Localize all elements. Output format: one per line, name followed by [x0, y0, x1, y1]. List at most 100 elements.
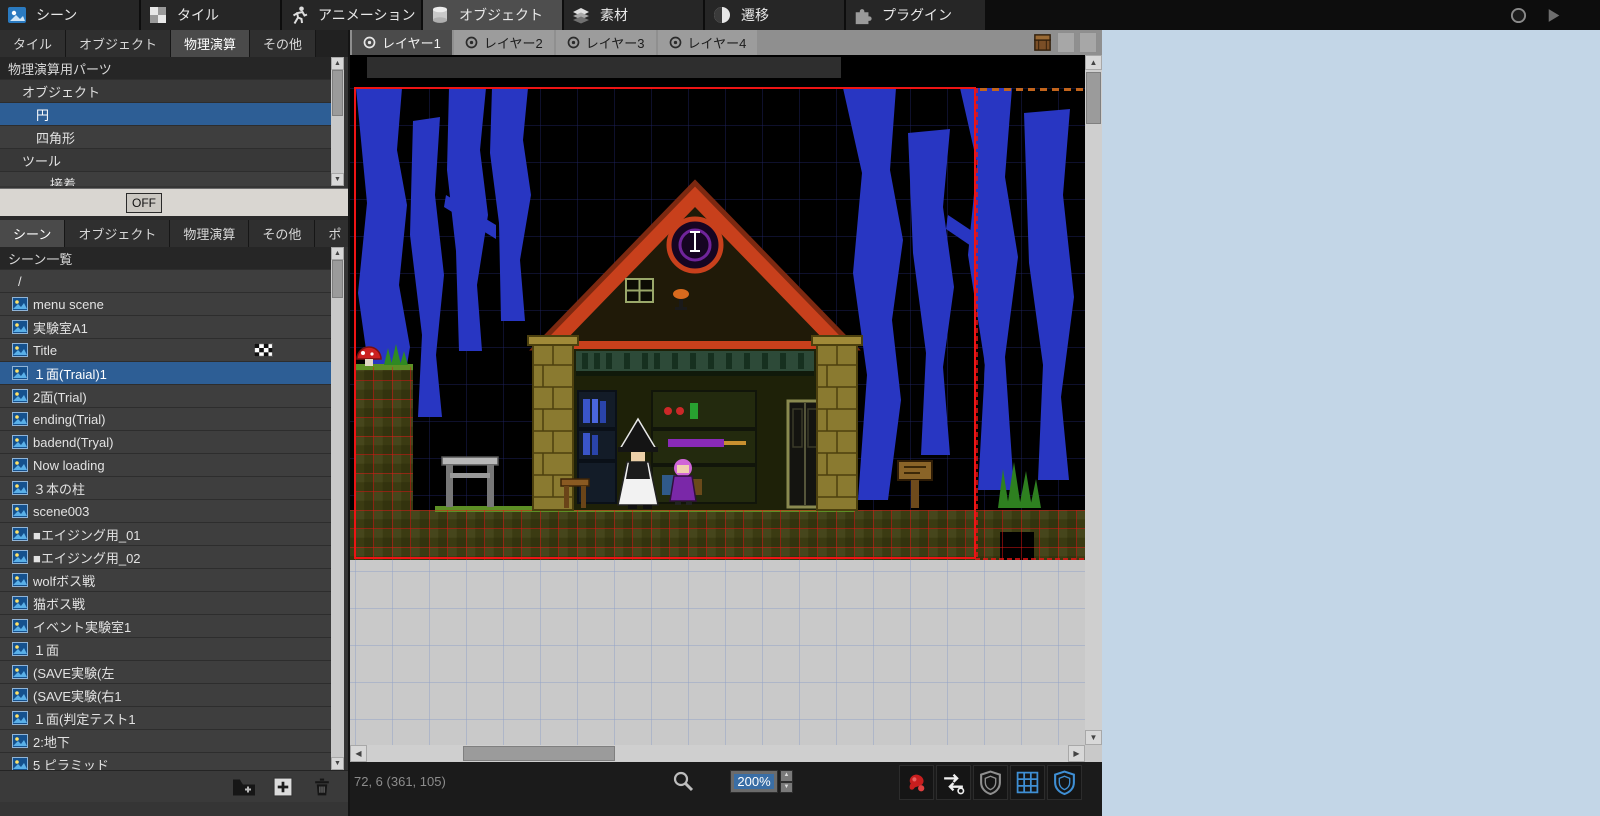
scene-row[interactable]: １面(判定テスト1	[0, 707, 331, 730]
add-folder-button[interactable]	[232, 777, 256, 797]
scene-tab-1[interactable]: シーン	[0, 220, 65, 247]
scene-tab-4[interactable]: その他	[249, 220, 315, 247]
scroll-up-icon[interactable]: ▲	[331, 247, 344, 260]
scene-row[interactable]: 2:地下	[0, 730, 331, 753]
physics-tab-2[interactable]: オブジェクト	[66, 30, 171, 57]
scroll-track[interactable]	[331, 260, 344, 757]
physics-tab-1[interactable]: タイル	[0, 30, 66, 57]
scroll-down-icon[interactable]: ▼	[331, 757, 344, 770]
physics-tab-4[interactable]: その他	[250, 30, 316, 57]
physics-row[interactable]: 接着	[0, 172, 331, 186]
physics-tabs: タイルオブジェクト物理演算その他	[0, 30, 348, 57]
status-bar: 72, 6 (361, 105) 200% ▲ ▼	[350, 762, 1102, 816]
menu-item-5[interactable]: 素材	[564, 0, 703, 30]
swap-arrows-icon	[941, 770, 966, 795]
scroll-up-icon[interactable]: ▲	[1085, 55, 1102, 70]
menu-item-2[interactable]: タイル	[141, 0, 280, 30]
layer-tab-1[interactable]: レイヤー1	[352, 30, 452, 55]
scene-row[interactable]: 実験室A1	[0, 316, 331, 339]
physics-off-toggle[interactable]: OFF	[126, 193, 162, 213]
scene-tab-label: ポ	[328, 224, 341, 243]
scene-row[interactable]: １面	[0, 638, 331, 661]
scene-row-label: menu scene	[33, 297, 104, 312]
scene-row[interactable]: wolfボス戦	[0, 569, 331, 592]
collision-display-button[interactable]	[973, 765, 1008, 800]
canvas-hscroll-row: ◀ ▶	[350, 745, 1102, 762]
scene-row[interactable]: 5 ピラミッド	[0, 753, 331, 770]
scene-tab-5[interactable]: ポ	[315, 220, 348, 247]
scene-row[interactable]: Now loading	[0, 454, 331, 477]
layer-tab-4[interactable]: レイヤー4	[658, 30, 758, 55]
canvas-vscrollbar[interactable]: ▲ ▼	[1085, 55, 1102, 745]
status-toolbar	[899, 765, 1082, 800]
scene-tab-2[interactable]: オブジェクト	[65, 220, 170, 247]
menu-item-3[interactable]: アニメーション	[282, 0, 421, 30]
scroll-down-icon[interactable]: ▼	[331, 173, 344, 186]
scroll-thumb[interactable]	[332, 260, 343, 298]
scene-row[interactable]: 2面(Trial)	[0, 385, 331, 408]
paint-mode-button[interactable]	[899, 765, 934, 800]
physics-tab-3[interactable]: 物理演算	[171, 30, 250, 57]
scene-row-label: ３本の柱	[33, 479, 85, 498]
scene-item-icon	[12, 366, 28, 380]
scene-tab-label: シーン	[13, 224, 51, 243]
scene-row[interactable]: ■エイジング用_02	[0, 546, 331, 569]
scroll-track[interactable]	[367, 745, 1068, 762]
scroll-down-icon[interactable]: ▼	[1085, 730, 1102, 745]
add-scene-button[interactable]	[271, 777, 295, 797]
layer-tab-2[interactable]: レイヤー2	[454, 30, 554, 55]
scene-row[interactable]: badend(Tryal)	[0, 431, 331, 454]
scroll-thumb[interactable]	[332, 70, 343, 116]
scroll-thumb[interactable]	[1086, 72, 1101, 124]
scene-row[interactable]: (SAVE実験(右1	[0, 684, 331, 707]
menu-item-label: 素材	[600, 5, 628, 25]
scroll-left-icon[interactable]: ◀	[350, 745, 367, 762]
delete-scene-button[interactable]	[310, 777, 334, 797]
canvas-hscrollbar[interactable]: ◀ ▶	[350, 745, 1085, 762]
scene-list-scrollbar[interactable]: ▲ ▼	[331, 247, 344, 770]
scroll-track[interactable]	[1085, 70, 1102, 730]
scene-row[interactable]: 猫ボス戦	[0, 592, 331, 615]
physics-row[interactable]: 四角形	[0, 126, 331, 149]
scene-row[interactable]: (SAVE実験(左	[0, 661, 331, 684]
crate-icon[interactable]	[1032, 32, 1053, 53]
menu-item-4[interactable]: オブジェクト	[423, 0, 562, 30]
physics-row[interactable]: 円	[0, 103, 331, 126]
physics-row[interactable]: ツール	[0, 149, 331, 172]
scene-row[interactable]: ３本の柱	[0, 477, 331, 500]
scroll-track[interactable]	[331, 70, 344, 173]
menu-item-6[interactable]: 遷移	[705, 0, 844, 30]
scene-row[interactable]: menu scene	[0, 293, 331, 316]
eye-icon	[363, 36, 376, 49]
zoom-down-icon[interactable]: ▼	[780, 782, 793, 794]
grid-display-button[interactable]	[1010, 765, 1045, 800]
physics-row[interactable]: オブジェクト	[0, 80, 331, 103]
scene-row-label: scene003	[33, 504, 89, 519]
scene-row[interactable]: １面(Traial)1	[0, 362, 331, 385]
menu-item-7[interactable]: プラグイン	[846, 0, 985, 30]
scroll-right-icon[interactable]: ▶	[1068, 745, 1085, 762]
scene-list-region: シーン一覧/menu scene実験室A1Title１面(Traial)12面(…	[0, 247, 348, 770]
transition-icon	[712, 5, 732, 25]
zoom-level-field[interactable]: 200%	[730, 770, 778, 793]
physics-list-scrollbar[interactable]: ▲ ▼	[331, 57, 344, 186]
scene-row[interactable]: イベント実験室1	[0, 615, 331, 638]
layer-tab-3[interactable]: レイヤー3	[556, 30, 656, 55]
scroll-thumb[interactable]	[463, 746, 615, 761]
scene-tab-label: オブジェクト	[78, 224, 156, 243]
scene-canvas[interactable]: ▲ ▼	[350, 55, 1102, 745]
scene-row[interactable]: ■エイジング用_01	[0, 523, 331, 546]
scene-row[interactable]: Title	[0, 339, 331, 362]
scene-tab-3[interactable]: 物理演算	[170, 220, 249, 247]
zoom-up-icon[interactable]: ▲	[780, 770, 793, 782]
scene-row[interactable]: ending(Trial)	[0, 408, 331, 431]
physics-display-button[interactable]	[1047, 765, 1082, 800]
play-icon[interactable]	[1545, 7, 1562, 24]
transform-mode-button[interactable]	[936, 765, 971, 800]
scroll-up-icon[interactable]: ▲	[331, 57, 344, 70]
material-icon	[571, 5, 591, 25]
scene-item-icon	[12, 481, 28, 495]
menu-item-1[interactable]: シーン	[0, 0, 139, 30]
scene-row[interactable]: /	[0, 270, 331, 293]
scene-row[interactable]: scene003	[0, 500, 331, 523]
